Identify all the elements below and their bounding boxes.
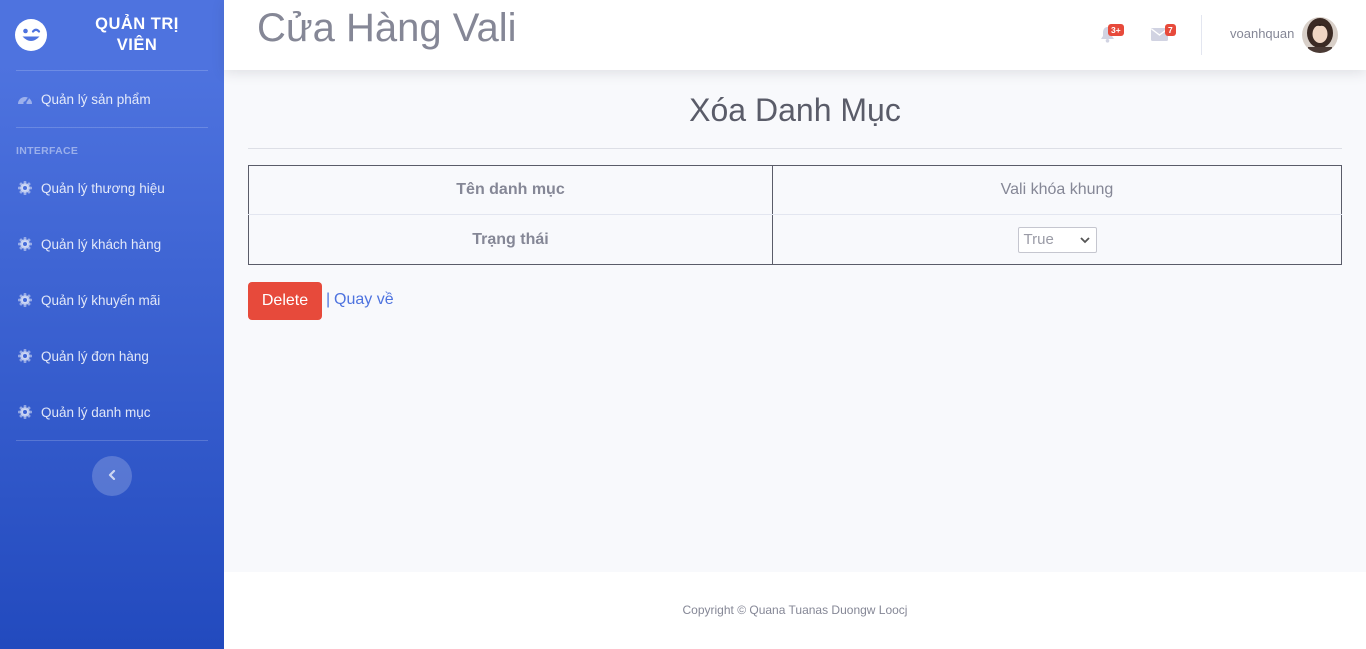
cog-icon	[17, 236, 33, 252]
sidebar-item-label: Quản lý sản phẩm	[41, 91, 151, 107]
field-label: Tên danh mục	[248, 165, 773, 215]
chevron-left-icon	[108, 467, 116, 485]
sidebar-item-products[interactable]: Quản lý sản phẩm	[0, 71, 224, 127]
table-row: Tên danh mục Vali khóa khung	[248, 165, 1342, 215]
brand-text: QUẢN TRỊ VIÊN	[62, 14, 212, 56]
user-name[interactable]: voanhquan	[1230, 26, 1294, 41]
content-heading: Xóa Danh Mục	[689, 92, 901, 128]
sidebar-item-label: Quản lý đơn hàng	[41, 348, 149, 364]
sidebar: QUẢN TRỊ VIÊN Quản lý sản phẩm INTERFACE	[0, 0, 224, 649]
brand-line-1: QUẢN TRỊ	[95, 15, 179, 33]
heading-divider	[248, 148, 1342, 149]
field-value-cell: True	[773, 215, 1342, 265]
detail-table: Tên danh mục Vali khóa khung Trạng thái …	[248, 165, 1342, 265]
alerts-button[interactable]: 3+	[1100, 24, 1124, 48]
sidebar-item-promotions[interactable]: Quản lý khuyến mãi	[0, 272, 224, 328]
laugh-wink-icon	[14, 18, 48, 52]
delete-button[interactable]: Delete	[248, 282, 322, 320]
messages-badge: 7	[1165, 24, 1176, 36]
footer: Copyright © Quana Tuanas Duongw Loocj	[224, 572, 1366, 649]
cog-icon	[17, 292, 33, 308]
chevron-down-icon	[1079, 231, 1090, 248]
sidebar-item-label: Quản lý thương hiệu	[41, 180, 165, 196]
field-label: Trạng thái	[248, 214, 773, 265]
sidebar-item-brands[interactable]: Quản lý thương hiệu	[0, 160, 224, 216]
topbar: Cửa Hàng Vali 3+ 7 voanhquan	[224, 0, 1366, 70]
sidebar-toggle-wrap	[0, 456, 224, 496]
sidebar-toggle-button[interactable]	[92, 456, 132, 496]
status-select-value: True	[1023, 231, 1054, 248]
messages-button[interactable]: 7	[1151, 24, 1176, 46]
sidebar-item-label: Quản lý danh mục	[41, 404, 151, 420]
sidebar-brand[interactable]: QUẢN TRỊ VIÊN	[0, 0, 224, 70]
back-link[interactable]: Quay về	[334, 291, 394, 309]
page-title: Cửa Hàng Vali	[257, 6, 517, 50]
brand-line-2: VIÊN	[116, 36, 158, 54]
avatar[interactable]	[1302, 17, 1338, 53]
sidebar-item-label: Quản lý khách hàng	[41, 236, 162, 252]
field-value: Vali khóa khung	[772, 165, 1342, 215]
cog-icon	[17, 180, 33, 196]
status-select[interactable]: True	[1017, 226, 1097, 253]
sidebar-item-categories[interactable]: Quản lý danh mục	[0, 384, 224, 440]
copyright-text: Copyright © Quana Tuanas Duongw Loocj	[682, 603, 908, 617]
sidebar-item-customers[interactable]: Quản lý khách hàng	[0, 216, 224, 272]
link-separator: |	[326, 291, 331, 308]
cog-icon	[17, 348, 33, 364]
sidebar-item-orders[interactable]: Quản lý đơn hàng	[0, 328, 224, 384]
tachometer-icon	[17, 91, 33, 107]
sidebar-item-label: Quản lý khuyến mãi	[41, 292, 161, 308]
alerts-badge: 3+	[1108, 24, 1124, 36]
sidebar-heading: INTERFACE	[16, 145, 79, 157]
topbar-divider	[1201, 15, 1202, 55]
sidebar-divider	[16, 440, 208, 441]
cog-icon	[17, 404, 33, 420]
table-row: Trạng thái True	[248, 214, 1342, 265]
